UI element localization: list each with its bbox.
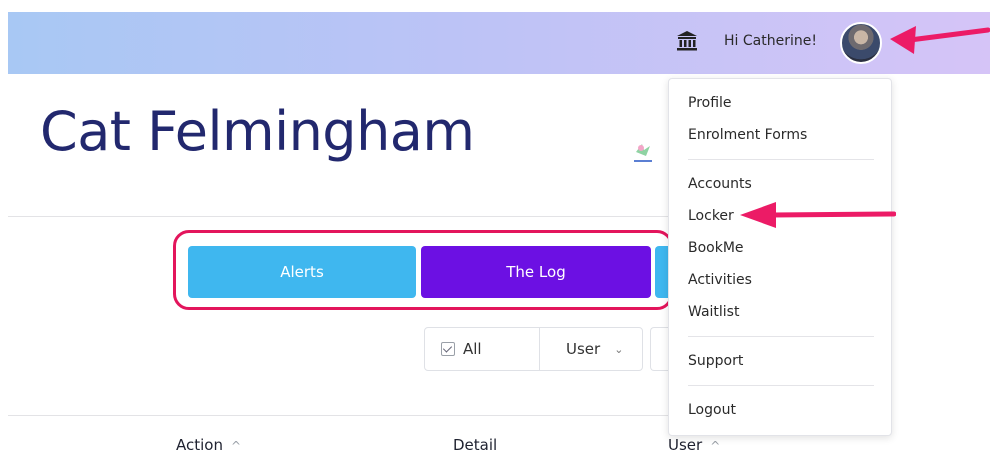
menu-item-logout[interactable]: Logout bbox=[688, 402, 736, 418]
filter-all-checkbox[interactable]: All bbox=[424, 327, 540, 371]
filter-user-label: User bbox=[566, 340, 601, 358]
table-divider bbox=[8, 415, 668, 416]
filter-all-label: All bbox=[463, 340, 482, 358]
column-header-detail[interactable]: Detail bbox=[453, 436, 497, 454]
menu-item-support[interactable]: Support bbox=[688, 353, 743, 369]
menu-item-enrolment-forms[interactable]: Enrolment Forms bbox=[688, 127, 807, 143]
menu-divider bbox=[688, 385, 874, 386]
sort-up-icon: ^ bbox=[710, 439, 721, 453]
bank-icon[interactable] bbox=[676, 30, 698, 52]
tab-partial[interactable] bbox=[655, 246, 669, 298]
menu-item-locker[interactable]: Locker bbox=[688, 208, 734, 224]
checkbox-checked-icon bbox=[441, 342, 455, 356]
filter-partial[interactable] bbox=[650, 327, 668, 371]
user-avatar[interactable] bbox=[840, 22, 882, 64]
column-header-action[interactable]: Action ^ bbox=[176, 436, 241, 454]
menu-item-activities[interactable]: Activities bbox=[688, 272, 752, 288]
user-menu-dropdown: Profile Enrolment Forms Accounts Locker … bbox=[668, 78, 892, 436]
top-strip bbox=[0, 0, 990, 12]
column-header-user[interactable]: User ^ bbox=[668, 436, 720, 454]
tab-alerts[interactable]: Alerts bbox=[188, 246, 416, 298]
menu-item-waitlist[interactable]: Waitlist bbox=[688, 304, 739, 320]
column-label: Action bbox=[176, 436, 223, 454]
column-label: User bbox=[668, 436, 703, 454]
column-label: Detail bbox=[453, 436, 498, 454]
menu-divider bbox=[688, 159, 874, 160]
greeting-text: Hi Catherine! bbox=[724, 33, 817, 49]
menu-item-profile[interactable]: Profile bbox=[688, 95, 732, 111]
logo-image bbox=[634, 144, 652, 162]
sort-up-icon: ^ bbox=[230, 439, 242, 453]
menu-item-accounts[interactable]: Accounts bbox=[688, 176, 752, 192]
page-title: Cat Felmingham bbox=[40, 100, 475, 163]
menu-item-bookme[interactable]: BookMe bbox=[688, 240, 744, 256]
menu-divider bbox=[688, 336, 874, 337]
filter-user-select[interactable]: User ⌄ bbox=[539, 327, 643, 371]
annotation-arrow-avatar bbox=[890, 26, 990, 54]
chevron-down-icon: ⌄ bbox=[614, 342, 624, 356]
tab-the-log[interactable]: The Log bbox=[421, 246, 651, 298]
annotation-arrow-locker bbox=[740, 202, 896, 228]
divider bbox=[8, 216, 668, 217]
